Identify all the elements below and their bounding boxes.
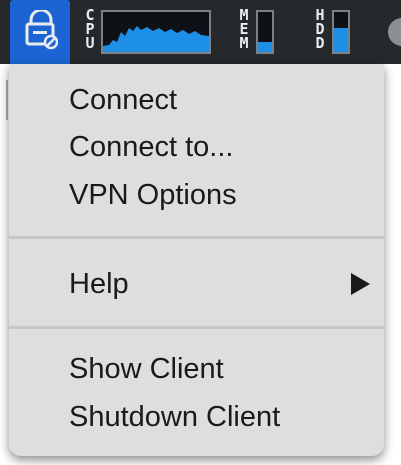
vpn-dropdown-menu: Connect Connect to... VPN Options Help S… [9,64,384,456]
menu-item-label: Help [69,268,129,300]
status-item-partial-icon[interactable] [388,18,401,46]
menu-item-label: Connect [69,84,178,116]
cpu-usage-graph[interactable] [101,10,211,54]
vpn-status-item[interactable] [10,0,70,64]
menu-item-vpn-options[interactable]: VPN Options [9,173,384,217]
menu-item-show-client[interactable]: Show Client [9,347,384,391]
menu-item-label: Connect to... [69,131,234,163]
memory-gauge[interactable] [256,10,274,54]
memory-gauge-fill [258,42,272,52]
disk-gauge-fill [334,28,348,52]
menu-item-connect[interactable]: Connect [9,78,384,122]
background-window-edge [0,80,8,120]
submenu-arrow-icon [351,273,370,295]
menu-item-label: Shutdown Client [69,401,281,433]
menu-separator [9,326,384,329]
menu-item-connect-to[interactable]: Connect to... [9,125,384,169]
cpu-graph-icon [103,26,209,52]
cpu-label: C P U [85,6,95,52]
vpn-lock-icon [25,10,58,50]
menu-bar: C P U M E M H D D [0,0,401,64]
menu-separator [9,236,384,239]
menu-item-label: Show Client [69,353,224,385]
screen: C P U M E M H D D Connect Connect to... … [0,0,401,465]
menu-item-help[interactable]: Help [9,262,384,306]
menu-item-label: VPN Options [69,179,237,211]
hdd-label: H D D [315,6,325,52]
disk-gauge[interactable] [332,10,350,54]
menu-item-shutdown-client[interactable]: Shutdown Client [9,395,384,439]
mem-label: M E M [239,6,249,52]
